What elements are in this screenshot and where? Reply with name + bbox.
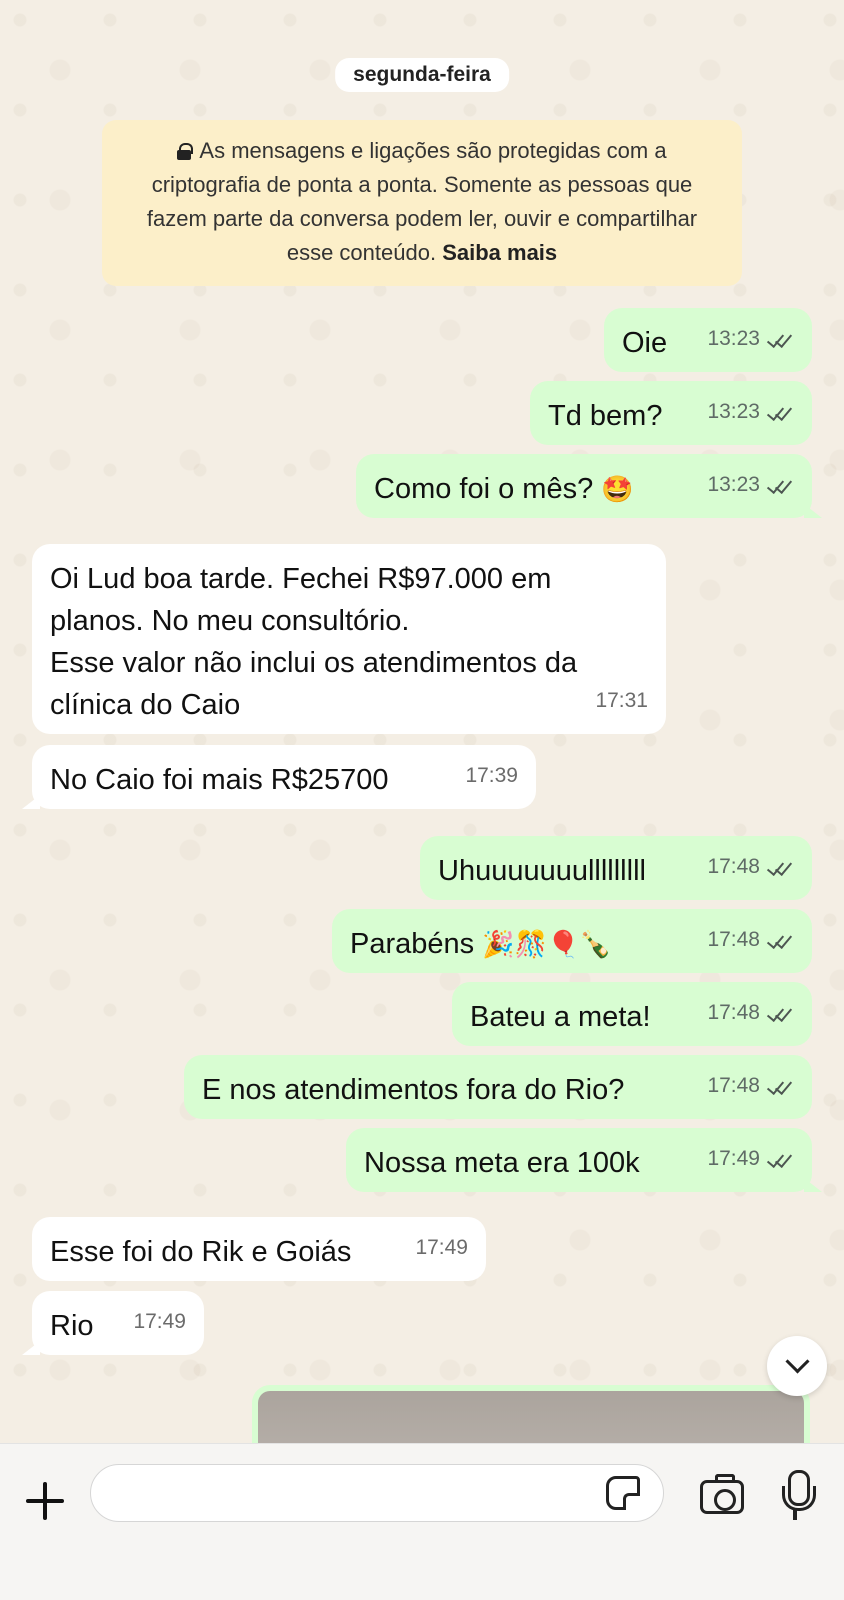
camera-icon[interactable] xyxy=(700,1474,744,1514)
message-text: Esse foi do Rik e Goiás xyxy=(50,1236,352,1268)
encryption-notice[interactable]: As mensagens e ligações são protegidas c… xyxy=(102,120,742,286)
message-time: 13:23 xyxy=(707,400,760,423)
outgoing-message[interactable]: Oie 13:23 xyxy=(604,308,812,372)
message-time: 17:48 xyxy=(707,1001,760,1024)
message-input[interactable] xyxy=(90,1464,664,1522)
message-time: 17:39 xyxy=(465,764,518,787)
message-text: Parabéns xyxy=(350,928,475,960)
message-line: Oi Lud boa tarde. Fechei R$97.000 em xyxy=(50,563,552,595)
outgoing-message[interactable]: Uhuuuuuuulllllllll 17:48 xyxy=(420,836,812,900)
double-check-icon xyxy=(766,476,794,494)
double-check-icon xyxy=(766,330,794,348)
incoming-message[interactable]: Rio 17:49 xyxy=(22,1291,204,1355)
message-text: Uhuuuuuuulllllllll xyxy=(438,855,646,887)
message-line: clínica do Caio xyxy=(50,689,241,721)
message-text: No Caio foi mais R$25700 xyxy=(50,764,389,796)
message-text: Oie xyxy=(622,327,668,359)
plus-icon[interactable] xyxy=(26,1482,64,1520)
image-preview[interactable] xyxy=(258,1391,804,1443)
chevron-down-icon[interactable] xyxy=(767,1336,827,1396)
outgoing-message[interactable]: Como foi o mês? 🤩 13:23 xyxy=(356,454,822,518)
outgoing-message[interactable]: E nos atendimentos fora do Rio? 17:48 xyxy=(184,1055,812,1119)
message-time: 17:48 xyxy=(707,855,760,878)
message-text: Rio xyxy=(50,1310,94,1342)
chat-area[interactable]: segunda-feira As mensagens e ligações sã… xyxy=(0,0,844,1443)
message-time: 17:31 xyxy=(595,689,648,712)
message-line: Esse valor não inclui os atendimentos da xyxy=(50,647,578,679)
message-text: E nos atendimentos fora do Rio? xyxy=(202,1074,625,1106)
outgoing-message[interactable]: Bateu a meta! 17:48 xyxy=(452,982,812,1046)
date-separator: segunda-feira xyxy=(335,58,509,92)
incoming-message[interactable]: No Caio foi mais R$25700 17:39 xyxy=(22,745,536,809)
microphone-stem xyxy=(793,1508,797,1520)
message-line: planos. No meu consultório. xyxy=(50,605,410,637)
image-message[interactable] xyxy=(252,1385,810,1443)
outgoing-message[interactable]: Parabéns 🎉🎊🎈🍾 17:48 xyxy=(332,909,812,973)
learn-more-link[interactable]: Saiba mais xyxy=(442,240,557,265)
message-time: 17:49 xyxy=(415,1236,468,1259)
message-time: 17:48 xyxy=(707,928,760,951)
message-composer xyxy=(0,1443,844,1600)
outgoing-message[interactable]: Nossa meta era 100k 17:49 xyxy=(346,1128,822,1192)
sticker-icon[interactable] xyxy=(606,1476,640,1510)
double-check-icon xyxy=(766,931,794,949)
incoming-message[interactable]: Esse foi do Rik e Goiás 17:49 xyxy=(32,1217,486,1281)
double-check-icon xyxy=(766,403,794,421)
lock-icon xyxy=(177,143,194,160)
message-text: Td bem? xyxy=(548,400,663,432)
message-text: Como foi o mês? xyxy=(374,473,594,505)
double-check-icon xyxy=(766,1150,794,1168)
message-time: 13:23 xyxy=(707,327,760,350)
message-time: 13:23 xyxy=(707,473,760,496)
message-time: 17:48 xyxy=(707,1074,760,1097)
message-text: Nossa meta era 100k xyxy=(364,1147,640,1179)
message-time: 17:49 xyxy=(133,1310,186,1333)
outgoing-message[interactable]: Td bem? 13:23 xyxy=(530,381,812,445)
message-time: 17:49 xyxy=(707,1147,760,1170)
encryption-notice-text: As mensagens e ligações são protegidas c… xyxy=(146,138,698,265)
star-struck-emoji: 🤩 xyxy=(601,475,634,505)
double-check-icon xyxy=(766,858,794,876)
message-text: Bateu a meta! xyxy=(470,1001,651,1033)
double-check-icon xyxy=(766,1077,794,1095)
incoming-message[interactable]: Oi Lud boa tarde. Fechei R$97.000 em pla… xyxy=(32,544,666,734)
party-emojis: 🎉🎊🎈🍾 xyxy=(482,930,612,960)
double-check-icon xyxy=(766,1004,794,1022)
